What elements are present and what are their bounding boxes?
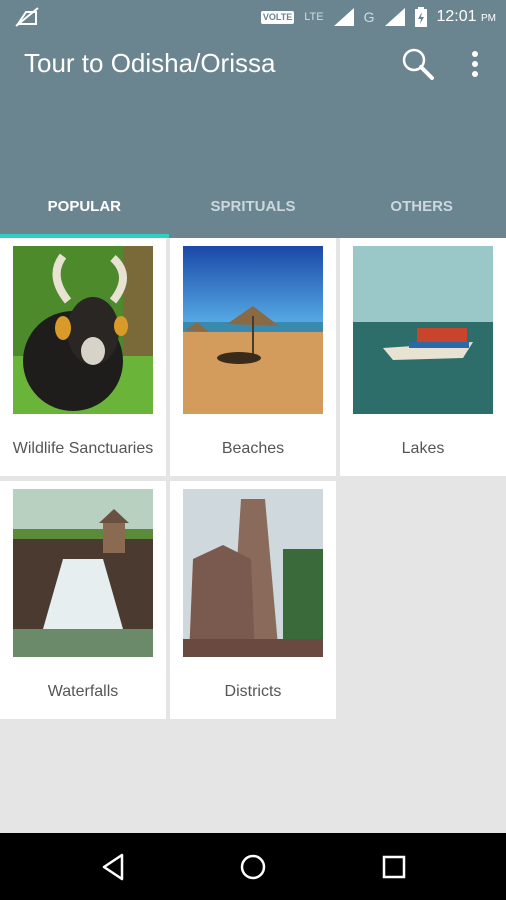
home-icon[interactable] bbox=[237, 851, 269, 883]
volte-badge: VOLTE bbox=[260, 10, 295, 24]
category-card-lakes[interactable]: Lakes bbox=[340, 238, 506, 476]
search-icon[interactable] bbox=[398, 44, 438, 84]
app-bar: Tour to Odisha/Orissa POPULAR SPRITUALS … bbox=[0, 34, 506, 238]
tab-bar: POPULAR SPRITUALS OTHERS bbox=[0, 184, 506, 238]
beach-image bbox=[183, 246, 323, 414]
category-label: Lakes bbox=[401, 440, 445, 457]
recents-icon[interactable] bbox=[378, 851, 410, 883]
battery-icon bbox=[414, 7, 427, 27]
tab-sprituals[interactable]: SPRITUALS bbox=[169, 184, 338, 238]
app-title: Tour to Odisha/Orissa bbox=[24, 48, 276, 78]
category-card-beaches[interactable]: Beaches bbox=[170, 238, 336, 476]
lte-indicator: LTE bbox=[304, 11, 324, 23]
signal-icon bbox=[333, 8, 354, 26]
network-type: G bbox=[363, 9, 375, 25]
category-label: Waterfalls bbox=[47, 683, 119, 700]
tab-others[interactable]: OTHERS bbox=[337, 184, 506, 238]
category-label: Districts bbox=[224, 683, 282, 700]
category-card-wildlife[interactable]: Wildlife Sanctuaries bbox=[0, 238, 166, 476]
status-bar: VOLTE LTE G 12:01 PM bbox=[0, 0, 506, 34]
bison-image bbox=[13, 246, 153, 414]
tab-popular[interactable]: POPULAR bbox=[0, 184, 169, 238]
category-label: Beaches bbox=[221, 440, 285, 457]
category-label: Wildlife Sanctuaries bbox=[12, 440, 154, 457]
navigation-bar bbox=[0, 833, 506, 900]
category-card-districts[interactable]: Districts bbox=[170, 481, 336, 719]
category-card-waterfalls[interactable]: Waterfalls bbox=[0, 481, 166, 719]
lake-boat-image bbox=[353, 246, 493, 414]
temple-image bbox=[183, 489, 323, 657]
waterfall-image bbox=[13, 489, 153, 657]
back-icon[interactable] bbox=[98, 851, 130, 883]
clock: 12:01 PM bbox=[436, 8, 497, 25]
no-sim-icon bbox=[15, 7, 39, 27]
signal-icon-2 bbox=[384, 8, 405, 26]
more-options-icon[interactable] bbox=[460, 44, 490, 84]
